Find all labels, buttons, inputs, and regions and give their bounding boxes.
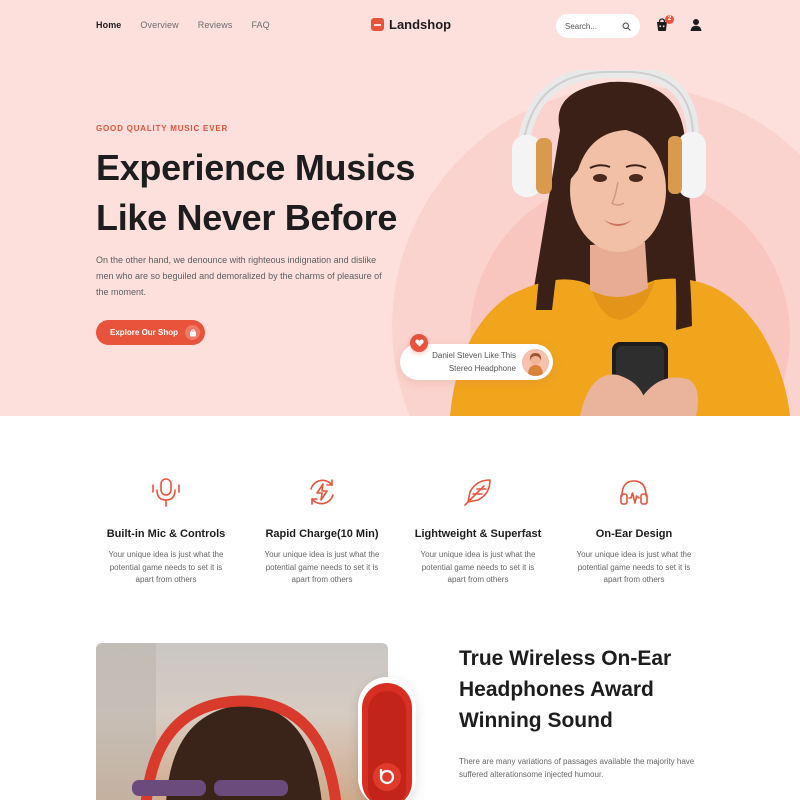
headphone-icon [620, 480, 648, 505]
feature-title: Built-in Mic & Controls [106, 528, 226, 540]
logo-text: Landshop [389, 17, 452, 32]
feature-title: On-Ear Design [595, 528, 673, 540]
hero-description: On the other hand, we denounce with righ… [96, 255, 382, 297]
feature-title: Lightweight & Superfast [414, 528, 542, 540]
explore-shop-label: Explore Our Shop [110, 328, 179, 337]
feather-icon [464, 479, 491, 506]
product-title-line-2: Headphones Award [459, 678, 654, 701]
heart-icon [410, 334, 428, 352]
feature-description: Your unique idea is just what the potent… [420, 550, 536, 584]
search-placeholder: Search... [565, 21, 598, 31]
site-logo[interactable]: Landshop [371, 17, 451, 32]
search-icon[interactable] [622, 22, 631, 31]
feature-description: Your unique idea is just what the potent… [108, 550, 224, 584]
headphone-product-card [358, 677, 416, 800]
main-nav: Home Overview Reviews FAQ [96, 20, 289, 30]
hero-eyebrow: GOOD QUALITY MUSIC EVER [96, 124, 229, 133]
feature-description: Your unique idea is just what the potent… [264, 550, 380, 584]
feature-card: On-Ear Design Your unique idea is just w… [556, 476, 712, 587]
hero-title: Experience Musics Like Never Before [96, 143, 476, 243]
nav-link-overview[interactable]: Overview [140, 20, 178, 30]
bag-icon [185, 325, 200, 340]
like-notification-line-1: Daniel Steven Like This [432, 351, 516, 360]
feature-description: Your unique idea is just what the potent… [576, 550, 692, 584]
feature-title: Rapid Charge(10 Min) [265, 528, 379, 540]
like-notification-text: Daniel Steven Like This Stereo Headphone [432, 349, 516, 375]
product-section-title: True Wireless On-Ear Headphones Award Wi… [459, 643, 719, 736]
explore-shop-button[interactable]: Explore Our Shop [96, 320, 205, 345]
user-icon[interactable] [689, 18, 703, 32]
product-title-line-1: True Wireless On-Ear [459, 647, 672, 670]
hero-title-line-1: Experience Musics [96, 147, 416, 188]
feature-card: Rapid Charge(10 Min) Your unique idea is… [244, 476, 400, 587]
avatar [522, 348, 549, 376]
product-title-line-3: Winning Sound [459, 709, 613, 732]
feature-card: Built-in Mic & Controls Your unique idea… [88, 476, 244, 587]
nav-link-faq[interactable]: FAQ [251, 20, 269, 30]
product-photo [96, 643, 388, 800]
hero-title-line-2: Like Never Before [96, 197, 398, 238]
search-input[interactable]: Search... [556, 14, 640, 38]
cart-count-badge: 2 [665, 15, 674, 24]
like-notification-line-2: Stereo Headphone [448, 364, 516, 373]
microphone-icon [152, 478, 180, 507]
logo-icon [371, 18, 384, 31]
nav-link-reviews[interactable]: Reviews [198, 20, 233, 30]
feature-card: Lightweight & Superfast Your unique idea… [400, 476, 556, 587]
charge-icon [310, 479, 334, 505]
product-section-description: There are many variations of passages av… [459, 757, 695, 779]
nav-link-home[interactable]: Home [96, 20, 121, 30]
